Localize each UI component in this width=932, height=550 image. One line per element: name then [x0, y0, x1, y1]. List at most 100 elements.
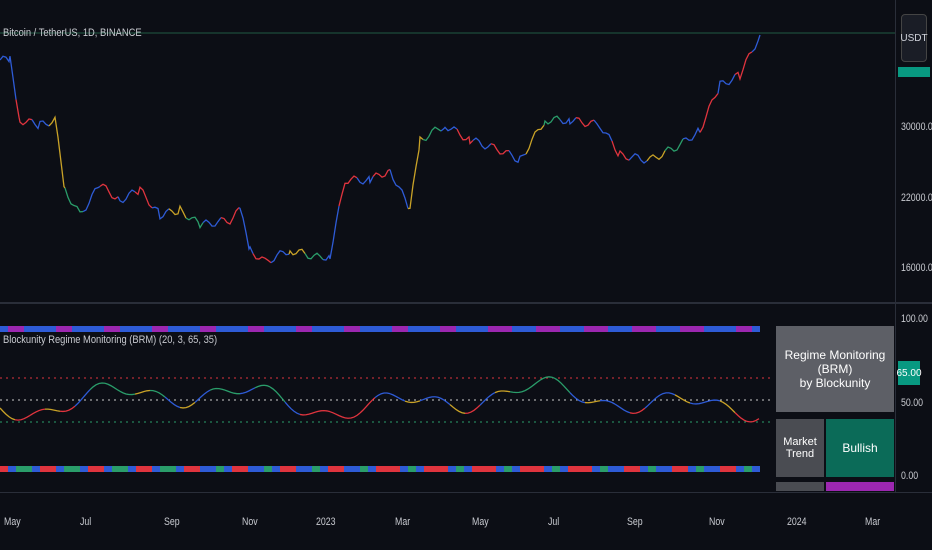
regime-bar [568, 466, 576, 472]
regime-bar [368, 466, 376, 472]
oscillator-series [0, 376, 760, 423]
regime-bar [56, 326, 64, 332]
regime-bar [304, 466, 312, 472]
regime-bar [304, 326, 312, 332]
regime-bar [384, 326, 392, 332]
regime-bar [376, 466, 384, 472]
regime-bars [0, 326, 760, 472]
series-segment [456, 128, 474, 145]
regime-bar [160, 466, 168, 472]
series-segment [593, 119, 613, 142]
table-row-label [776, 482, 824, 491]
regime-bar [456, 466, 464, 472]
regime-bar [488, 466, 496, 472]
series-segment [0, 55, 17, 100]
regime-bar [640, 466, 648, 472]
regime-bar [688, 466, 696, 472]
series-segment [659, 392, 676, 396]
regime-bar [536, 466, 544, 472]
regime-bar [24, 326, 32, 332]
regime-bar [112, 326, 120, 332]
series-segment [682, 126, 701, 141]
indicator-tick: 0.00 [901, 470, 919, 482]
regime-bar [352, 466, 360, 472]
series-segment [44, 408, 61, 412]
regime-bar [360, 326, 368, 332]
regime-bar [376, 326, 384, 332]
regime-bar [440, 326, 448, 332]
series-segment [14, 414, 31, 421]
series-segment [134, 186, 153, 209]
series-segment [719, 400, 736, 414]
regime-bar [512, 466, 520, 472]
regime-bar [504, 326, 512, 332]
regime-bar [552, 466, 560, 472]
regime-bar [136, 466, 144, 472]
regime-bar [712, 326, 720, 332]
regime-bar [752, 326, 760, 332]
regime-bar [608, 466, 616, 472]
regime-bar [272, 326, 280, 332]
regime-bar [568, 326, 576, 332]
regime-bar [88, 326, 96, 332]
regime-bar [656, 466, 664, 472]
series-segment [407, 135, 424, 210]
regime-bar [704, 466, 712, 472]
regime-bar [472, 466, 480, 472]
series-segment [525, 124, 545, 155]
regime-bar [16, 326, 24, 332]
time-tick: Nov [709, 516, 725, 528]
series-segment [674, 394, 691, 404]
series-segment [543, 115, 561, 126]
regime-bar [720, 326, 728, 332]
regime-bar [80, 326, 88, 332]
regime-bar [80, 466, 88, 472]
price-tick: 16000.00 [901, 262, 932, 274]
regime-bar [200, 326, 208, 332]
time-tick: Jul [548, 516, 560, 528]
series-segment [344, 412, 361, 419]
series-segment [179, 401, 196, 409]
regime-bar [40, 466, 48, 472]
series-segment [404, 400, 421, 404]
regime-bar [408, 326, 416, 332]
regime-bar [256, 326, 264, 332]
time-tick: 2024 [787, 516, 807, 528]
series-segment [202, 217, 222, 227]
regime-bar [504, 466, 512, 472]
regime-bar [184, 326, 192, 332]
time-tick: Mar [395, 516, 411, 528]
indicator-title[interactable]: Blockunity Regime Monitoring (BRM) (20, … [3, 334, 217, 346]
regime-bar [72, 466, 80, 472]
regime-bar [728, 326, 736, 332]
time-tick: Mar [865, 516, 881, 528]
currency-button[interactable]: USDT [900, 14, 928, 62]
series-segment [449, 404, 466, 414]
regime-bar [168, 326, 176, 332]
series-segment [422, 126, 442, 142]
series-segment [575, 117, 595, 128]
regime-bar [16, 466, 24, 472]
regime-bar [312, 326, 320, 332]
regime-bar [576, 466, 584, 472]
regime-bar [112, 466, 120, 472]
regime-bar [128, 326, 136, 332]
regime-bar [144, 326, 152, 332]
regime-bar [416, 326, 424, 332]
regime-bar [592, 466, 600, 472]
regime-bar [296, 326, 304, 332]
regime-bar [280, 466, 288, 472]
series-segment [119, 390, 136, 396]
regime-bar [192, 326, 200, 332]
pane-separator[interactable] [0, 302, 932, 304]
chart-canvas[interactable] [0, 0, 895, 500]
series-segment [151, 206, 170, 221]
regime-bar [520, 326, 528, 332]
series-segment [629, 407, 646, 414]
regime-bar [128, 466, 136, 472]
series-segment [689, 401, 706, 405]
regime-bar [480, 466, 488, 472]
series-segment [304, 252, 324, 261]
regime-bar [360, 466, 368, 472]
series-segment [338, 175, 358, 207]
